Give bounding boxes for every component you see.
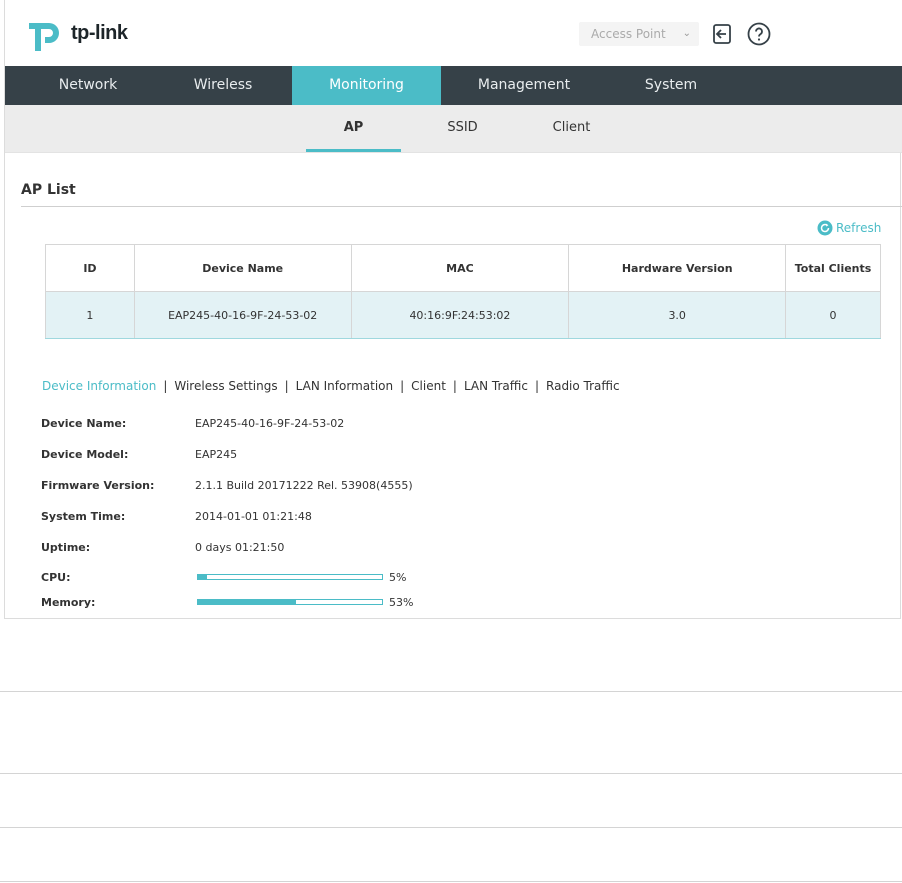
- help-icon: [747, 22, 771, 46]
- memory-usage-bar: [197, 599, 383, 605]
- refresh-button[interactable]: Refresh: [817, 220, 881, 236]
- mode-select[interactable]: Access Point ⌄: [579, 22, 699, 46]
- cell-total-clients: 0: [785, 291, 881, 339]
- tab-wireless-settings[interactable]: Wireless Settings: [174, 379, 277, 393]
- divider-line: [0, 827, 902, 828]
- brand-name: tp-link: [71, 22, 128, 44]
- nav-wireless[interactable]: Wireless: [157, 66, 289, 105]
- device-name-value: EAP245-40-16-9F-24-53-02: [195, 417, 345, 430]
- section-divider: [21, 206, 902, 207]
- tab-separator: |: [284, 379, 289, 393]
- uptime-value: 0 days 01:21:50: [195, 541, 285, 554]
- col-header-hardware-version: Hardware Version: [568, 244, 787, 292]
- help-button[interactable]: [747, 22, 771, 46]
- mode-select-value: Access Point: [591, 27, 666, 41]
- cpu-label: CPU:: [41, 571, 71, 584]
- nav-management[interactable]: Management: [455, 66, 593, 105]
- cell-device-name: EAP245-40-16-9F-24-53-02: [133, 291, 352, 339]
- tab-separator: |: [534, 379, 540, 393]
- cell-mac: 40:16:9F:24:53:02: [350, 291, 570, 339]
- device-model-label: Device Model:: [41, 448, 129, 461]
- ap-list-table: ID Device Name MAC Hardware Version Tota…: [45, 244, 881, 339]
- tp-link-logo: tp-link: [27, 15, 137, 55]
- cell-id: 1: [45, 291, 135, 339]
- memory-label: Memory:: [41, 596, 96, 609]
- table-header-row: ID Device Name MAC Hardware Version Tota…: [45, 244, 881, 292]
- divider-line: [0, 773, 902, 774]
- tab-separator: |: [452, 379, 457, 393]
- refresh-icon: [817, 220, 833, 236]
- cpu-usage-bar: [197, 574, 383, 580]
- sub-nav: AP SSID Client: [5, 105, 902, 153]
- main-nav: Network Wireless Monitoring Management S…: [5, 66, 902, 105]
- col-header-mac: MAC: [350, 244, 570, 292]
- divider-line: [0, 691, 902, 692]
- tab-client[interactable]: Client: [411, 379, 446, 393]
- nav-monitoring[interactable]: Monitoring: [292, 66, 441, 105]
- col-header-id: ID: [45, 244, 135, 292]
- cpu-usage-fill: [198, 575, 208, 579]
- chevron-down-icon: ⌄: [682, 28, 691, 39]
- tp-link-logo-icon: [29, 23, 59, 51]
- table-row[interactable]: 1 EAP245-40-16-9F-24-53-02 40:16:9F:24:5…: [45, 291, 881, 339]
- uptime-label: Uptime:: [41, 541, 91, 554]
- nav-system[interactable]: System: [605, 66, 737, 105]
- top-bar: tp-link Access Point ⌄: [5, 0, 902, 66]
- divider-line: [0, 881, 902, 882]
- device-model-value: EAP245: [195, 448, 238, 461]
- tab-separator: |: [400, 379, 405, 393]
- detail-tabs: Device Information | Wireless Settings |…: [42, 379, 620, 393]
- logout-icon: [713, 24, 731, 44]
- cell-hardware-version: 3.0: [568, 291, 787, 339]
- nav-network[interactable]: Network: [5, 66, 171, 105]
- tab-radio-traffic[interactable]: Radio Traffic: [546, 379, 620, 393]
- col-header-total-clients: Total Clients: [785, 244, 881, 292]
- device-name-label: Device Name:: [41, 417, 127, 430]
- col-header-device-name: Device Name: [133, 244, 352, 292]
- app-window: tp-link Access Point ⌄ Network Wireless …: [4, 0, 902, 619]
- logout-button[interactable]: [710, 22, 734, 46]
- subnav-ap[interactable]: AP: [306, 105, 401, 152]
- tab-device-information[interactable]: Device Information: [42, 379, 156, 393]
- system-time-label: System Time:: [41, 510, 126, 523]
- refresh-label: Refresh: [836, 221, 882, 235]
- subnav-ssid[interactable]: SSID: [415, 105, 510, 152]
- memory-usage-percent: 53%: [389, 596, 414, 609]
- memory-usage-fill: [198, 600, 296, 604]
- tab-lan-traffic[interactable]: LAN Traffic: [464, 379, 528, 393]
- firmware-version-label: Firmware Version:: [41, 479, 155, 492]
- system-time-value: 2014-01-01 01:21:48: [195, 510, 312, 523]
- tab-lan-information[interactable]: LAN Information: [296, 379, 393, 393]
- section-title: AP List: [21, 182, 76, 198]
- subnav-client[interactable]: Client: [524, 105, 619, 152]
- tab-separator: |: [163, 379, 168, 393]
- cpu-usage-percent: 5%: [389, 571, 407, 584]
- firmware-version-value: 2.1.1 Build 20171222 Rel. 53908(4555): [195, 479, 413, 492]
